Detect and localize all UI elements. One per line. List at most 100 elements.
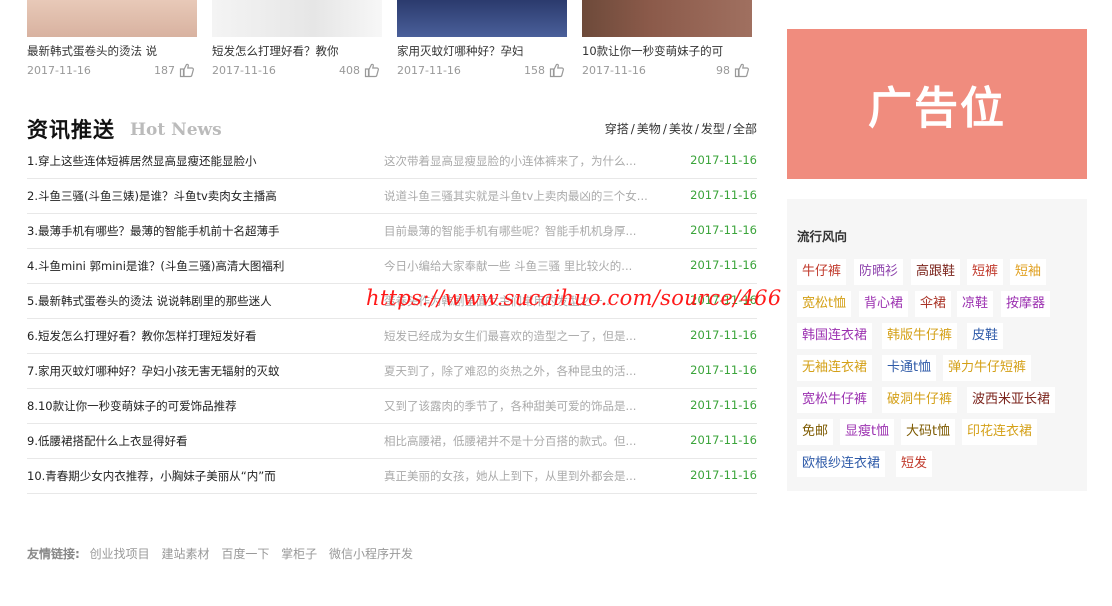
tag-link[interactable]: 卡通t恤 (882, 355, 937, 381)
friend-link[interactable]: 创业找项目 (90, 547, 150, 561)
tag-link[interactable]: 按摩器 (1001, 291, 1051, 317)
category-link-outfit[interactable]: 穿搭 (605, 122, 629, 136)
tag-link[interactable]: 弹力牛仔短裤 (943, 355, 1032, 381)
tag-row: 宽松牛仔裤 破洞牛仔裤 波西米亚长裙 (797, 387, 1082, 419)
news-date: 2017-11-16 (690, 153, 757, 167)
news-date: 2017-11-16 (690, 398, 757, 412)
tag-row: 牛仔裤 防晒衫 高跟鞋 短裤 短袖 (797, 259, 1082, 291)
category-link-hair[interactable]: 发型 (701, 122, 725, 136)
ad-banner[interactable]: 广告位 (787, 29, 1087, 179)
like-count: 408 (339, 64, 360, 77)
news-date: 2017-11-16 (690, 188, 757, 202)
list-item[interactable]: 10.青春期少女内衣推荐，小胸妹子美丽从“内”而 真正美丽的女孩，她从上到下，从里… (27, 459, 757, 494)
news-date: 2017-11-16 (690, 223, 757, 237)
tag-link[interactable]: 凉鞋 (957, 291, 994, 317)
news-date: 2017-11-16 (690, 433, 757, 447)
tag-link[interactable]: 波西米亚长裙 (967, 387, 1056, 413)
tag-link[interactable]: 印花连衣裙 (962, 419, 1038, 445)
news-title[interactable]: 7.家用灭蚊灯哪种好？孕妇小孩无害无辐射的灭蚊 (27, 363, 279, 379)
image-card[interactable]: 最新韩式蛋卷头的烫法 说 2017-11-16 187 (27, 0, 197, 78)
list-item[interactable]: 3.最薄手机有哪些？最薄的智能手机前十名超薄手 目前最薄的智能手机有哪些呢？智能手… (27, 214, 757, 249)
thumbs-up-icon[interactable] (364, 62, 380, 78)
tag-link[interactable]: 免邮 (797, 419, 834, 445)
friend-link[interactable]: 掌柜子 (281, 547, 317, 561)
category-link-all[interactable]: 全部 (733, 122, 757, 136)
list-item[interactable]: 4.斗鱼mini 郭mini是谁？(斗鱼三骚)高清大图福利 今日小编给大家奉献一些… (27, 249, 757, 284)
image-card[interactable]: 家用灭蚊灯哪种好？孕妇 2017-11-16 158 (397, 0, 567, 78)
trend-panel: 流行风向 牛仔裤 防晒衫 高跟鞋 短裤 短袖 宽松t恤 背心裙 伞裙 凉鞋 按摩… (787, 199, 1087, 491)
news-summary: 又到了该露肉的季节了，各种甜美可爱的饰品是... (384, 399, 637, 413)
tag-row: 韩国连衣裙 韩版牛仔裤 皮鞋 (797, 323, 1082, 355)
thumbs-up-icon[interactable] (734, 62, 750, 78)
card-thumbnail[interactable] (397, 0, 567, 37)
news-summary: 目前最薄的智能手机有哪些呢？智能手机机身厚... (384, 224, 637, 238)
tag-link[interactable]: 短裤 (967, 259, 1004, 285)
list-item[interactable]: 6.短发怎么打理好看？教你怎样打理短发好看 短发已经成为女生们最喜欢的造型之一了，… (27, 319, 757, 354)
tag-link[interactable]: 短发 (896, 451, 933, 477)
card-thumbnail[interactable] (27, 0, 197, 37)
tag-link[interactable]: 无袖连衣裙 (797, 355, 873, 381)
news-summary: 真正美丽的女孩，她从上到下，从里到外都会是... (384, 469, 637, 483)
tag-link[interactable]: 背心裙 (859, 291, 909, 317)
like-count: 158 (524, 64, 545, 77)
tag-link[interactable]: 伞裙 (915, 291, 952, 317)
tag-link[interactable]: 宽松牛仔裤 (797, 387, 873, 413)
news-title[interactable]: 6.短发怎么打理好看？教你怎样打理短发好看 (27, 328, 256, 344)
news-title[interactable]: 1.穿上这些连体短裤居然显高显瘦还能显脸小 (27, 153, 256, 169)
friend-link[interactable]: 百度一下 (221, 547, 269, 561)
friend-links: 友情链接: 创业找项目 建站素材 百度一下 掌柜子 微信小程序开发 (27, 545, 421, 562)
card-title[interactable]: 最新韩式蛋卷头的烫法 说 (27, 43, 197, 59)
news-date: 2017-11-16 (690, 363, 757, 377)
friend-link[interactable]: 微信小程序开发 (329, 547, 413, 561)
tag-link[interactable]: 宽松t恤 (797, 291, 852, 317)
tag-link[interactable]: 短袖 (1010, 259, 1047, 285)
tag-link[interactable]: 韩国连衣裙 (797, 323, 873, 349)
category-link-goods[interactable]: 美物 (637, 122, 661, 136)
tag-link[interactable]: 牛仔裤 (797, 259, 847, 285)
tag-link[interactable]: 大码t恤 (901, 419, 956, 445)
news-date: 2017-11-16 (690, 258, 757, 272)
news-title[interactable]: 4.斗鱼mini 郭mini是谁？(斗鱼三骚)高清大图福利 (27, 258, 284, 274)
list-item[interactable]: 7.家用灭蚊灯哪种好？孕妇小孩无害无辐射的灭蚊 夏天到了，除了难忍的炎热之外，各种… (27, 354, 757, 389)
tag-row: 欧根纱连衣裙 短发 (797, 451, 1082, 483)
news-date: 2017-11-16 (690, 328, 757, 342)
tag-link[interactable]: 防晒衫 (854, 259, 904, 285)
card-date: 2017-11-16 (212, 64, 276, 77)
image-card[interactable]: 10款让你一秒变萌妹子的可 2017-11-16 98 (582, 0, 752, 78)
thumbs-up-icon[interactable] (179, 62, 195, 78)
tag-link[interactable]: 破洞牛仔裤 (882, 387, 958, 413)
card-date: 2017-11-16 (27, 64, 91, 77)
tag-link[interactable]: 皮鞋 (967, 323, 1004, 349)
trend-title: 流行风向 (797, 229, 848, 244)
news-summary: 这次带着显高显瘦显脸的小连体裤来了，为什么... (384, 154, 637, 168)
image-card[interactable]: 短发怎么打理好看？教你 2017-11-16 408 (212, 0, 382, 78)
image-card-row: 最新韩式蛋卷头的烫法 说 2017-11-16 187 短发怎么打理好看？教你 … (27, 0, 757, 90)
tag-link[interactable]: 欧根纱连衣裙 (797, 451, 886, 477)
list-item[interactable]: 8.10款让你一秒变萌妹子的可爱饰品推荐 又到了该露肉的季节了，各种甜美可爱的饰品… (27, 389, 757, 424)
list-item[interactable]: 2.斗鱼三骚(斗鱼三婊)是谁？斗鱼tv卖肉女主播高 说道斗鱼三骚其实就是斗鱼tv上… (27, 179, 757, 214)
thumbs-up-icon[interactable] (549, 62, 565, 78)
news-title[interactable]: 2.斗鱼三骚(斗鱼三婊)是谁？斗鱼tv卖肉女主播高 (27, 188, 277, 204)
news-title[interactable]: 3.最薄手机有哪些？最薄的智能手机前十名超薄手 (27, 223, 279, 239)
list-item[interactable]: 9.低腰裙搭配什么上衣显得好看 相比高腰裙，低腰裙并不是十分百搭的款式。但... 2… (27, 424, 757, 459)
news-title[interactable]: 5.最新韩式蛋卷头的烫法 说说韩剧里的那些迷人 (27, 293, 272, 309)
list-item[interactable]: 1.穿上这些连体短裤居然显高显瘦还能显脸小 这次带着显高显瘦显脸的小连体裤来了，为… (27, 144, 757, 179)
card-title[interactable]: 家用灭蚊灯哪种好？孕妇 (397, 43, 567, 59)
tag-link[interactable]: 高跟鞋 (911, 259, 961, 285)
category-link-makeup[interactable]: 美妆 (669, 122, 693, 136)
like-count: 187 (154, 64, 175, 77)
tag-cloud: 牛仔裤 防晒衫 高跟鞋 短裤 短袖 宽松t恤 背心裙 伞裙 凉鞋 按摩器 韩国连… (797, 259, 1082, 483)
card-title[interactable]: 短发怎么打理好看？教你 (212, 43, 382, 59)
news-title[interactable]: 8.10款让你一秒变萌妹子的可爱饰品推荐 (27, 398, 237, 414)
tag-link[interactable]: 显瘦t恤 (840, 419, 895, 445)
card-title[interactable]: 10款让你一秒变萌妹子的可 (582, 43, 752, 59)
card-thumbnail[interactable] (212, 0, 382, 37)
news-title[interactable]: 10.青春期少女内衣推荐，小胸妹子美丽从“内”而 (27, 468, 276, 484)
card-thumbnail[interactable] (582, 0, 752, 37)
hot-news-header: 资讯推送 Hot News 穿搭 / 美物 / 美妆 / 发型 / 全部 (27, 114, 757, 144)
news-title[interactable]: 9.低腰裙搭配什么上衣显得好看 (27, 433, 187, 449)
friend-link[interactable]: 建站素材 (161, 547, 209, 561)
tag-link[interactable]: 韩版牛仔裤 (882, 323, 958, 349)
category-links: 穿搭 / 美物 / 美妆 / 发型 / 全部 (604, 122, 757, 136)
watermark-url: https://www.sucaihuo.com/source/466 (366, 286, 782, 310)
